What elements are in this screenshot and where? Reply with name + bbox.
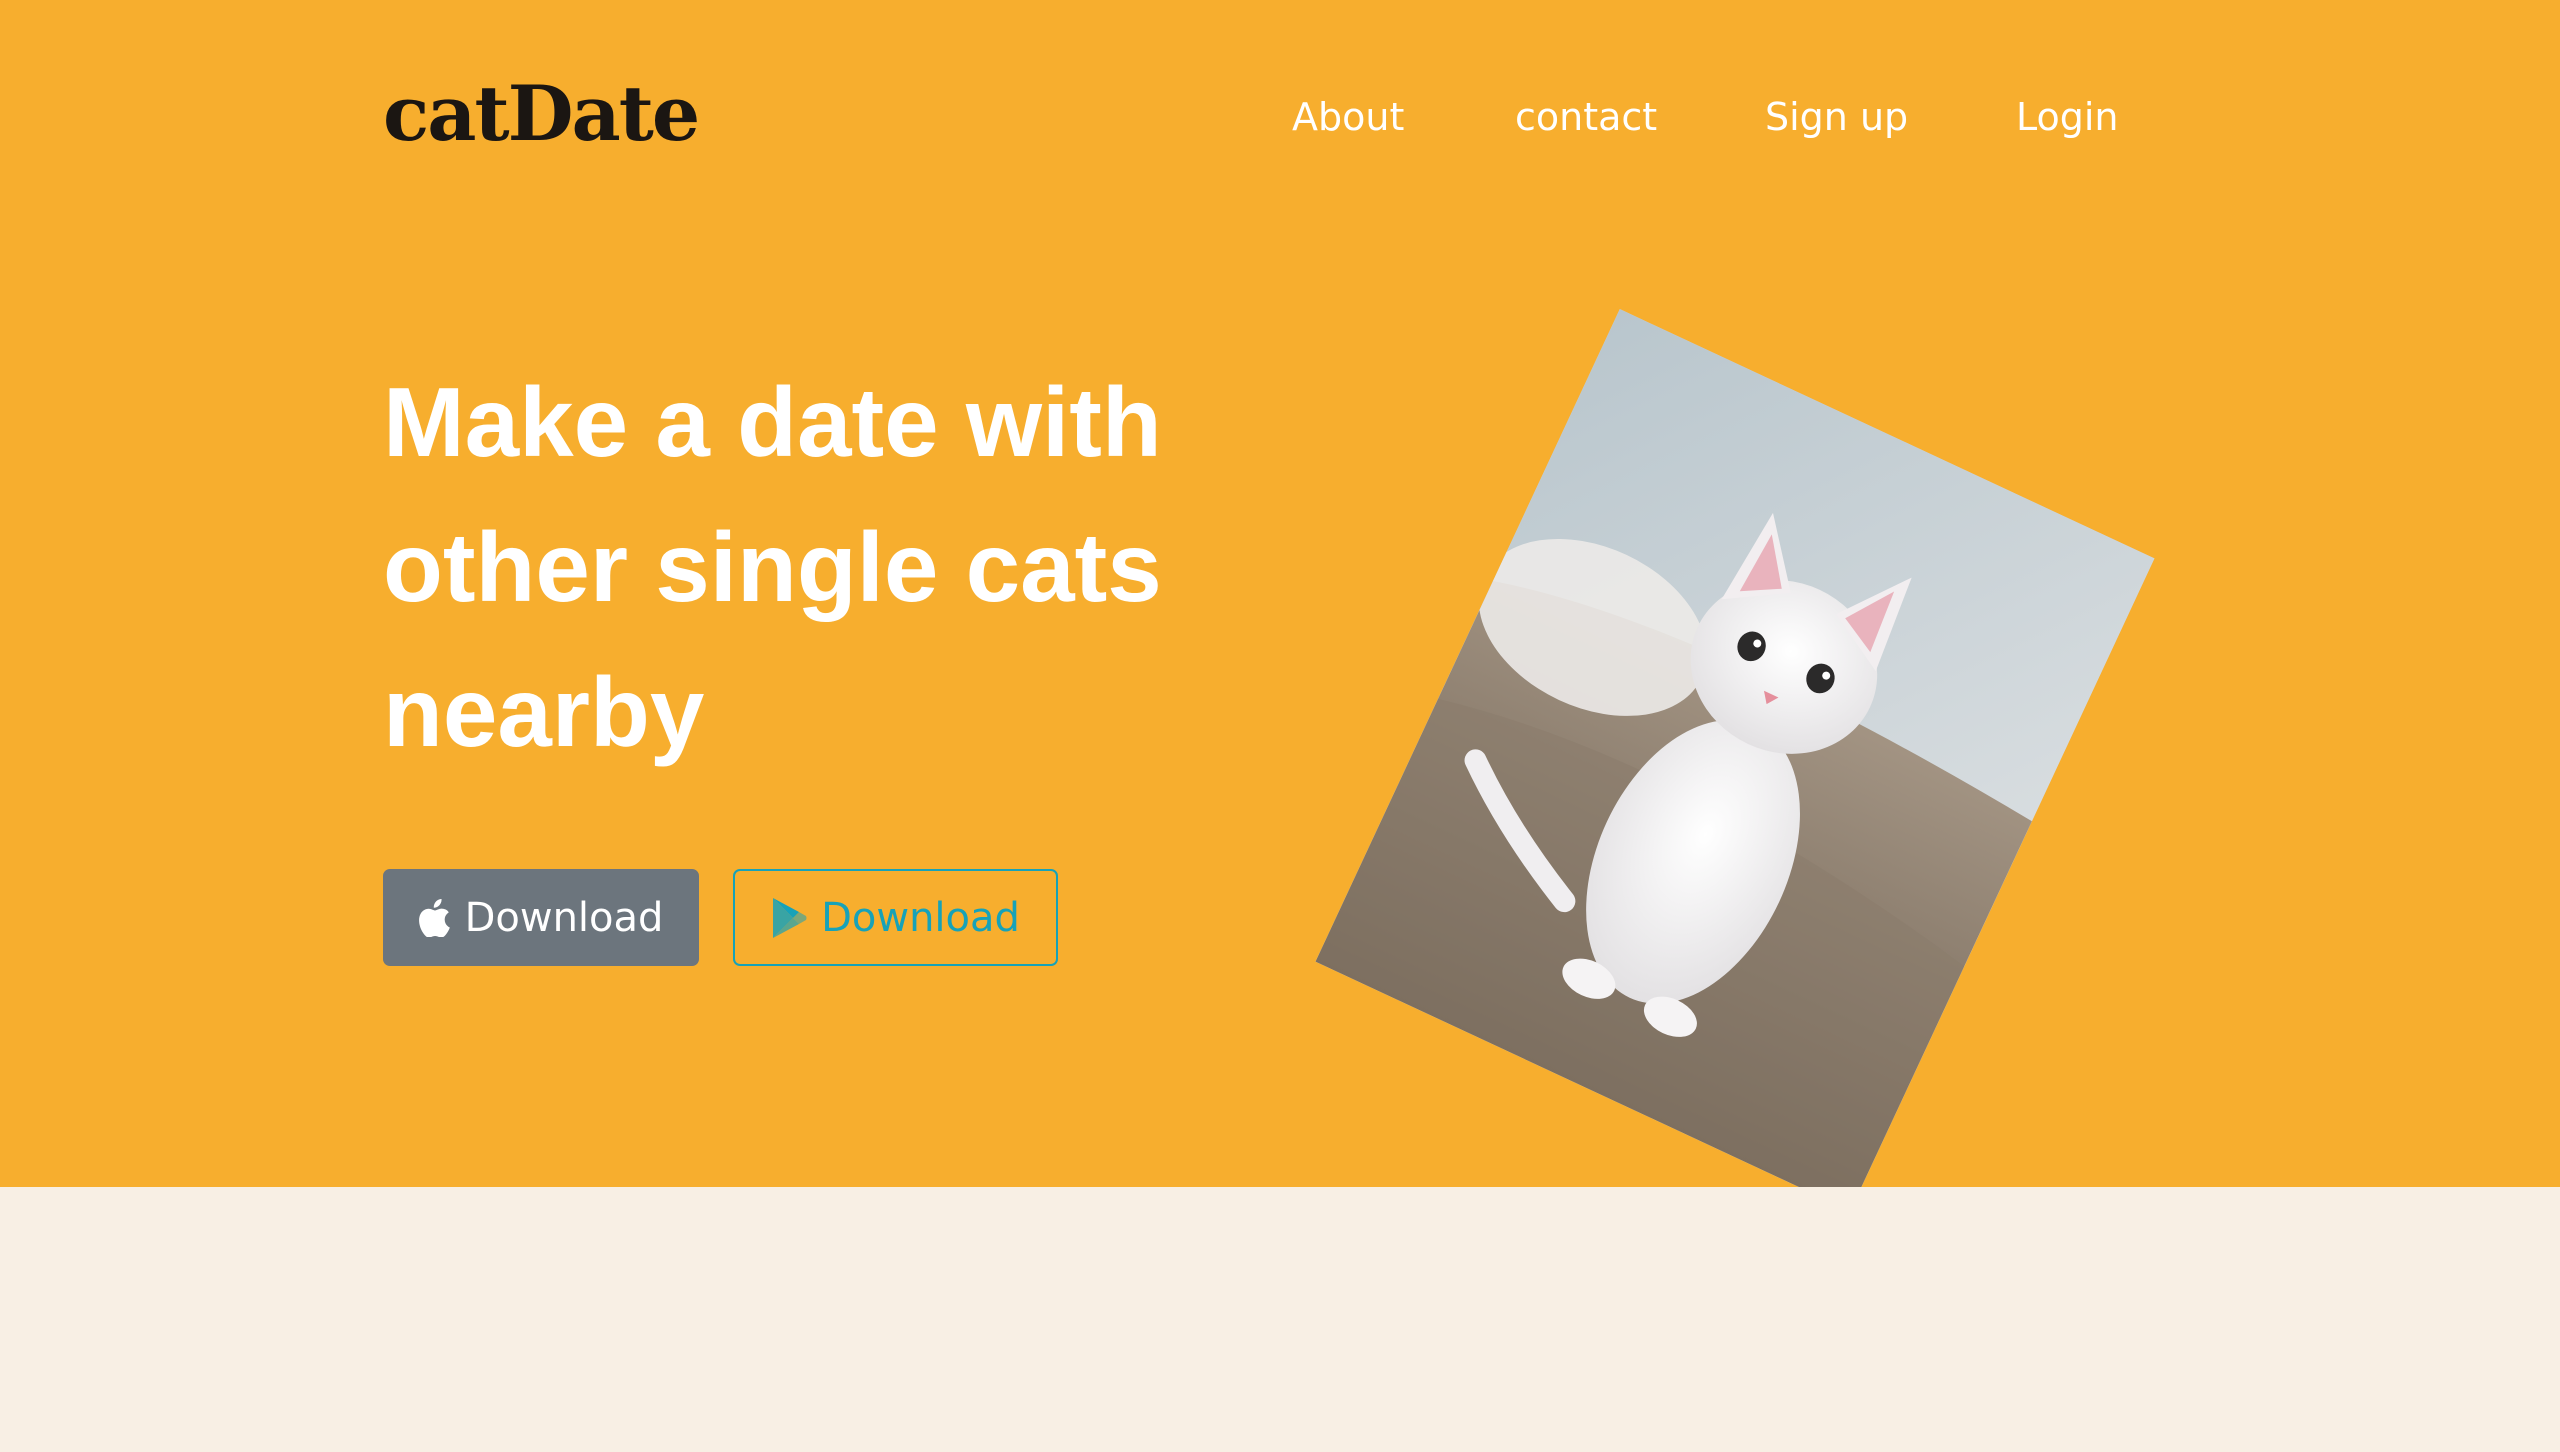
apple-download-button[interactable]: Download <box>383 869 699 966</box>
google-play-download-button[interactable]: Download <box>733 869 1058 966</box>
white-kitten-image <box>1315 309 2155 1187</box>
hero-headline: Make a date with other single cats nearb… <box>383 350 1233 785</box>
nav-login-link[interactable]: Login <box>2016 98 2119 136</box>
nav-signup-link[interactable]: Sign up <box>1765 98 1908 136</box>
nav-about-link[interactable]: About <box>1292 98 1404 136</box>
headline-line-2: other single cats <box>383 512 1162 622</box>
hero-section: catDate About contact Sign up Login Make… <box>0 0 2560 1187</box>
apple-icon <box>418 898 451 937</box>
play-download-label: Download <box>821 894 1020 941</box>
nav-contact-link[interactable]: contact <box>1515 98 1657 136</box>
google-play-icon <box>771 897 807 938</box>
cat-photo <box>1315 309 2155 1187</box>
headline-line-1: Make a date with <box>383 367 1162 477</box>
brand-logo[interactable]: catDate <box>383 76 700 152</box>
apple-download-label: Download <box>464 894 664 941</box>
headline-line-3: nearby <box>383 657 705 767</box>
lower-section <box>0 1187 2560 1452</box>
